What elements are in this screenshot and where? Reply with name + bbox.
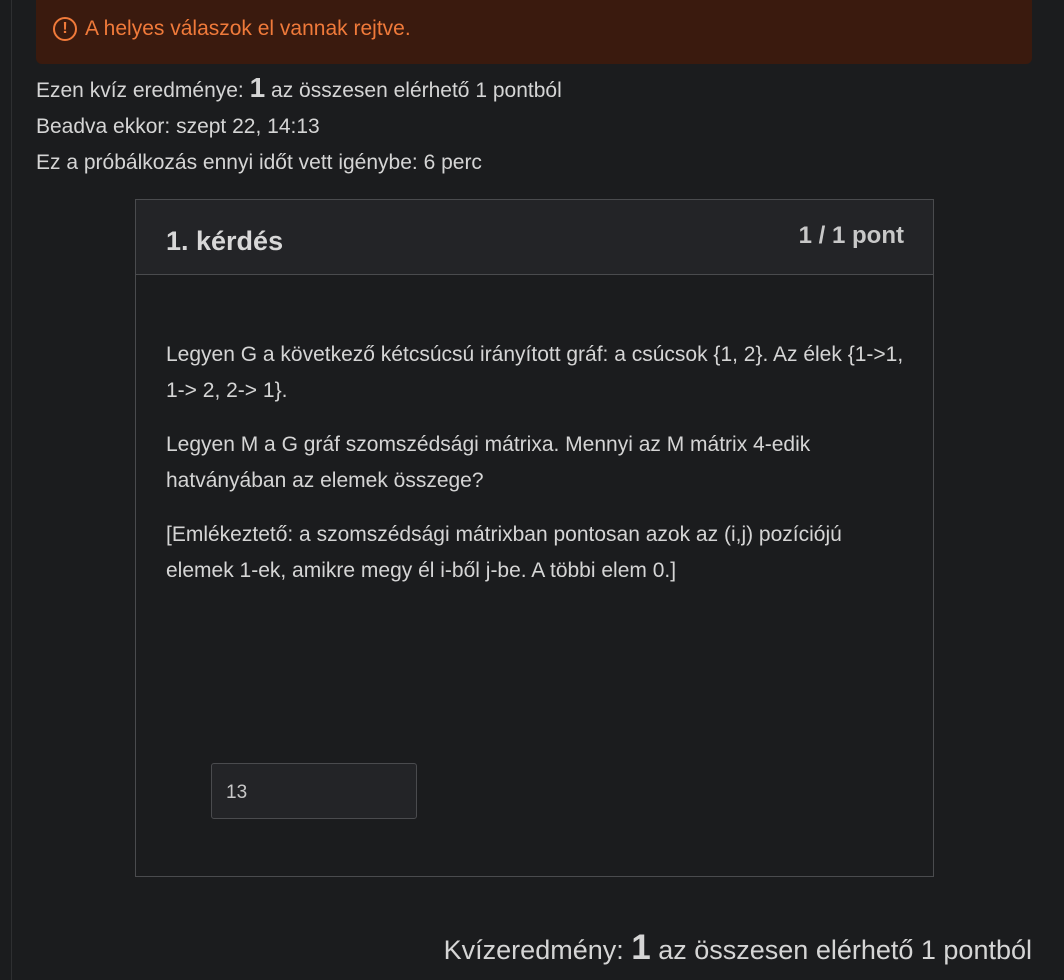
answer-field[interactable]: 13 (211, 763, 417, 819)
question-title: 1. kérdés (166, 226, 284, 256)
result-suffix: az összesen elérhető 1 pontból (271, 79, 562, 102)
question-header: 1. kérdés 1 / 1 pont (136, 200, 933, 275)
alert-text: A helyes válaszok el vannak rejtve. (85, 17, 411, 40)
question-text-2: Legyen M a G gráf szomszédsági mátrixa. … (166, 433, 811, 492)
question-card: 1. kérdés 1 / 1 pont Legyen G a következ… (135, 199, 934, 877)
quiz-result-line: Ezen kvíz eredménye: 1 az összesen elérh… (36, 72, 562, 104)
question-text-1: Legyen G a következő kétcsúcsú irányítot… (166, 343, 904, 402)
result-prefix: Ezen kvíz eredménye: (36, 79, 244, 102)
question-points: 1 / 1 pont (798, 222, 904, 249)
footer-prefix: Kvízeredmény: (443, 935, 624, 965)
quiz-results-page: ! A helyes válaszok el vannak rejtve. Ez… (0, 0, 1064, 980)
footer-suffix: az összesen elérhető 1 pontból (658, 935, 1032, 965)
footer-score: 1 (631, 928, 651, 967)
attempt-duration: Ez a próbálkozás ennyi időt vett igénybe… (36, 151, 482, 174)
submitted-at: Beadva ekkor: szept 22, 14:13 (36, 115, 320, 138)
exclamation-circle-icon: ! (53, 17, 77, 41)
quiz-score-footer: Kvízeredmény: 1 az összesen elérhető 1 p… (444, 928, 1032, 968)
question-text-3: [Emlékeztető: a szomszédsági mátrixban p… (166, 523, 842, 582)
result-score: 1 (249, 72, 266, 103)
left-border (11, 0, 12, 980)
hidden-answers-alert: ! A helyes válaszok el vannak rejtve. (36, 0, 1032, 64)
